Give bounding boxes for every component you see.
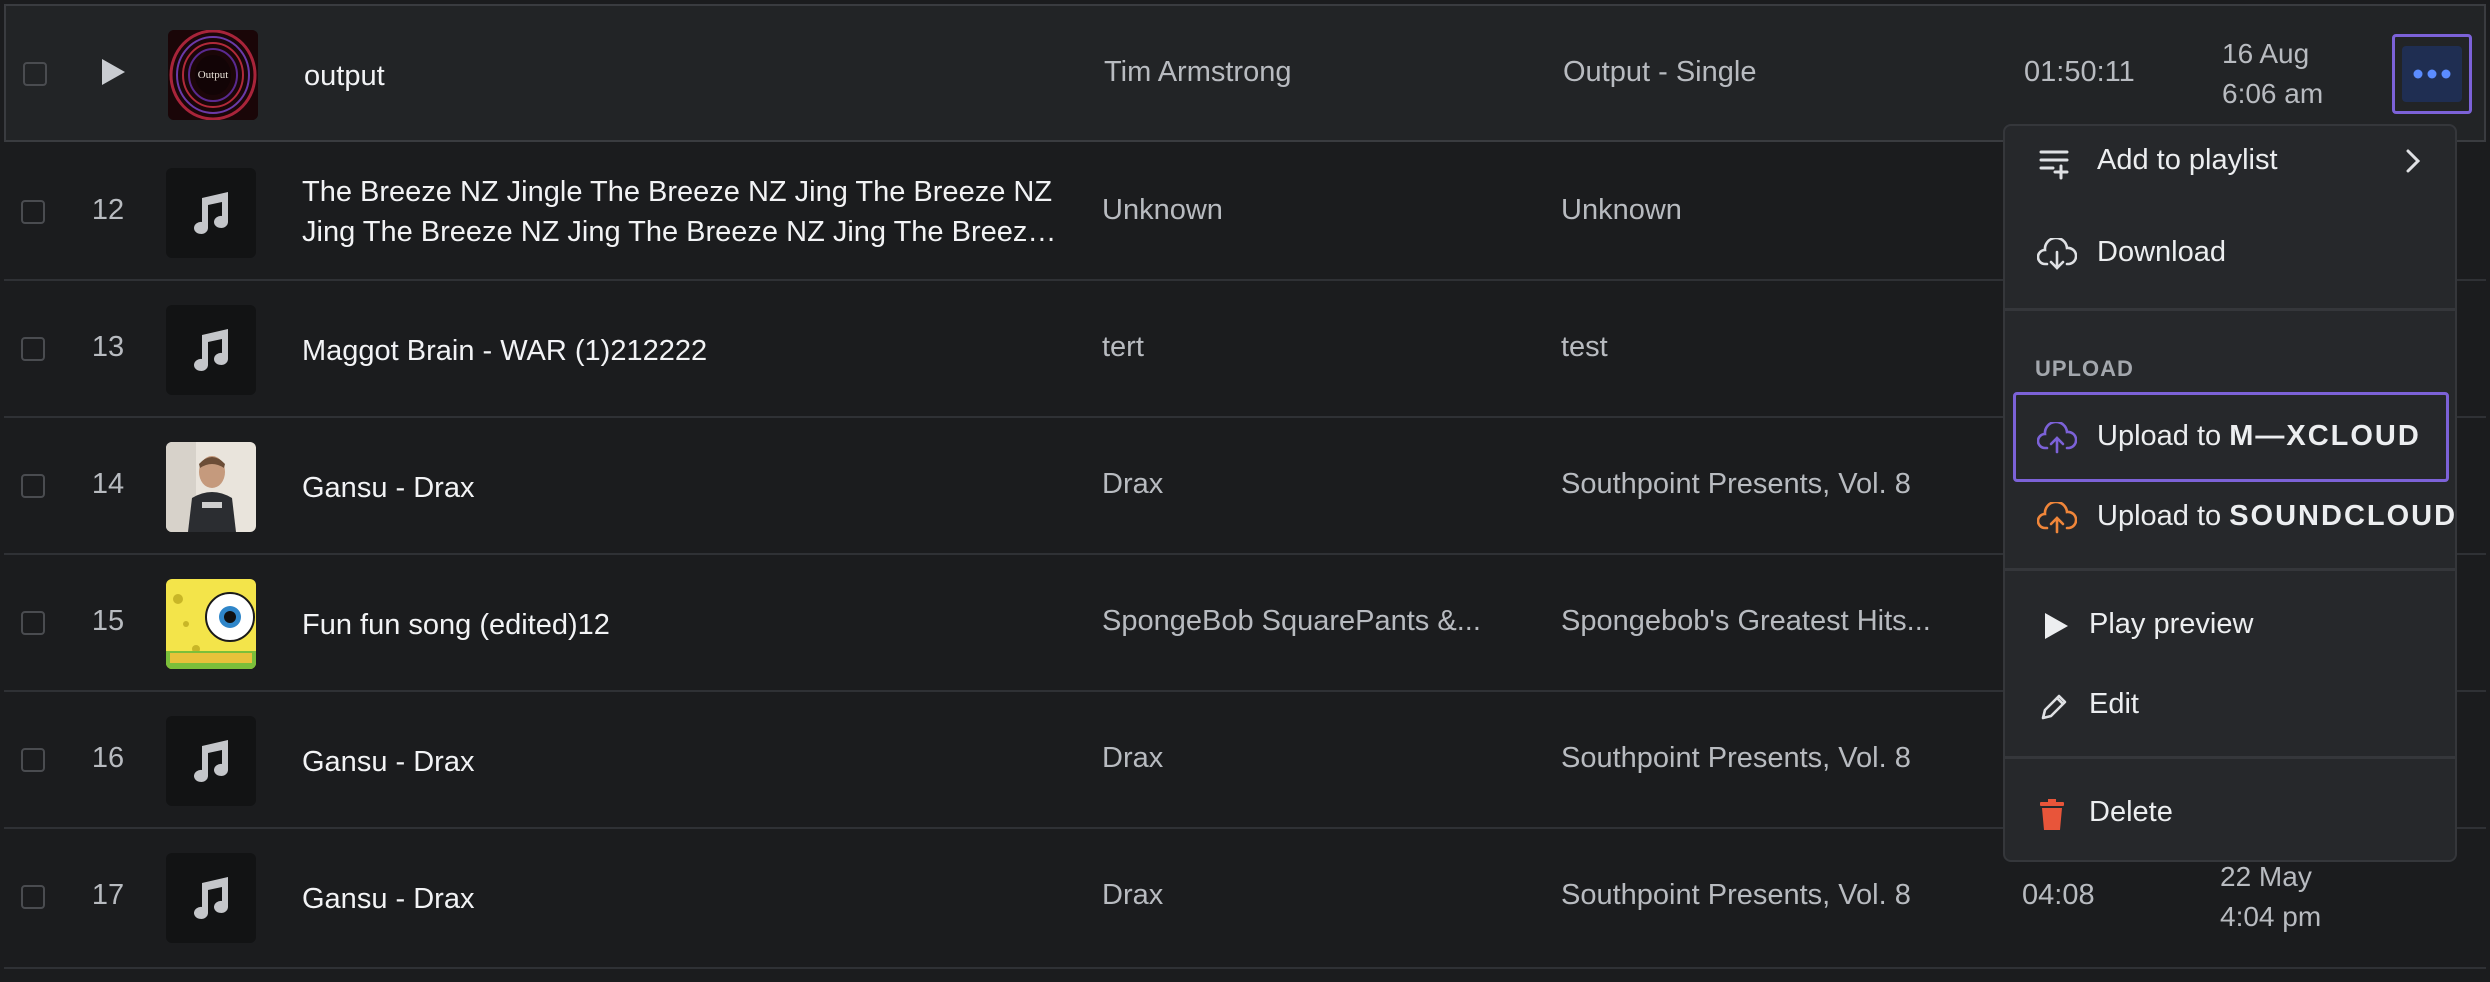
menu-divider [2005, 756, 2455, 759]
upload-section-label: UPLOAD [2035, 356, 2134, 381]
music-note-icon [166, 716, 256, 806]
edit-item[interactable]: Edit [2005, 670, 2455, 740]
upload-to-soundcloud-label: Upload to SOUNDCLOUD [2097, 500, 2458, 532]
track-album[interactable]: Southpoint Presents, Vol. 8 [1561, 468, 1911, 501]
row-checkbox[interactable] [21, 474, 45, 498]
person-photo [166, 442, 256, 532]
track-number: 12 [91, 194, 125, 226]
table-row[interactable]: Output output Tim Armstrong Output - Sin… [4, 4, 2486, 142]
track-artist[interactable]: Drax [1102, 879, 1163, 912]
track-date: 16 Aug 6:06 am [2222, 38, 2324, 109]
track-artist[interactable]: tert [1102, 331, 1144, 364]
soundcloud-logo: SOUNDCLOUD [2229, 500, 2458, 532]
track-title[interactable]: Fun fun song (edited)12 [302, 605, 1062, 645]
play-preview-label: Play preview [2089, 608, 2254, 640]
delete-label: Delete [2089, 796, 2173, 828]
upload-to-mixcloud-label: Upload to M—XCLOUD [2097, 420, 2421, 452]
spongebob-cover-art [166, 579, 256, 669]
play-preview-item[interactable]: Play preview [2005, 590, 2455, 660]
upload-to-soundcloud-item[interactable]: Upload to SOUNDCLOUD [2005, 482, 2455, 552]
cloud-upload-icon [2036, 420, 2078, 461]
track-number: 16 [91, 742, 125, 774]
output-cover-art: Output [168, 30, 258, 120]
more-dots-icon [2413, 69, 2451, 79]
track-artist[interactable]: Drax [1102, 468, 1163, 501]
track-artist[interactable]: Tim Armstrong [1104, 56, 1291, 89]
trash-icon [2037, 798, 2067, 837]
music-note-icon [166, 853, 256, 943]
row-checkbox[interactable] [21, 611, 45, 635]
download-item[interactable]: Download [2005, 218, 2455, 288]
track-album[interactable]: Unknown [1561, 194, 1682, 227]
track-title[interactable]: The Breeze NZ Jingle The Breeze NZ Jing … [302, 172, 1062, 252]
track-title[interactable]: Maggot Brain - WAR (1)212222 [302, 331, 1062, 371]
track-duration: 01:50:11 [2024, 56, 2135, 88]
play-icon [2041, 610, 2071, 647]
track-artist[interactable]: Unknown [1102, 194, 1223, 227]
mixcloud-logo: M—XCLOUD [2229, 420, 2421, 452]
upload-to-mixcloud-item[interactable]: Upload to M—XCLOUD [2005, 402, 2455, 472]
track-album[interactable]: Southpoint Presents, Vol. 8 [1561, 742, 1911, 775]
cloud-download-icon [2036, 236, 2078, 277]
pencil-icon [2037, 690, 2071, 729]
row-checkbox[interactable] [21, 337, 45, 361]
track-duration: 04:08 [2022, 879, 2095, 911]
row-checkbox[interactable] [21, 885, 45, 909]
add-to-playlist-label: Add to playlist [2097, 144, 2278, 176]
track-album[interactable]: Output - Single [1563, 56, 1756, 89]
track-title[interactable]: Gansu - Drax [302, 879, 1062, 919]
track-number: 14 [91, 468, 125, 500]
cloud-upload-icon [2036, 500, 2078, 541]
more-options-button[interactable] [2392, 34, 2472, 114]
track-title[interactable]: Gansu - Drax [302, 468, 1062, 508]
add-to-playlist-item[interactable]: Add to playlist [2005, 126, 2455, 196]
track-title[interactable]: output [304, 56, 1064, 96]
output-cover-text: Output [198, 69, 229, 81]
download-label: Download [2097, 236, 2226, 268]
track-options-menu: Add to playlist Download UPLOAD Upload t… [2003, 124, 2457, 862]
track-title[interactable]: Gansu - Drax [302, 742, 1062, 782]
track-album[interactable]: test [1561, 331, 1608, 364]
play-icon[interactable] [98, 56, 128, 93]
track-date: 22 May 4:04 pm [2220, 861, 2322, 932]
track-number: 17 [91, 879, 125, 911]
playlist-add-icon [2037, 146, 2075, 185]
row-checkbox[interactable] [23, 62, 47, 86]
music-note-icon [166, 305, 256, 395]
edit-label: Edit [2089, 688, 2139, 720]
chevron-right-icon [2405, 148, 2421, 179]
menu-divider [2005, 308, 2455, 311]
track-artist[interactable]: Drax [1102, 742, 1163, 775]
track-album[interactable]: Southpoint Presents, Vol. 8 [1561, 879, 1911, 912]
menu-divider [2005, 568, 2455, 571]
track-number: 15 [91, 605, 125, 637]
track-album[interactable]: Spongebob's Greatest Hits... [1561, 605, 1931, 638]
row-checkbox[interactable] [21, 748, 45, 772]
music-note-icon [166, 168, 256, 258]
row-checkbox[interactable] [21, 200, 45, 224]
track-artist[interactable]: SpongeBob SquarePants &... [1102, 605, 1481, 638]
delete-item[interactable]: Delete [2005, 778, 2455, 848]
track-number: 13 [91, 331, 125, 363]
